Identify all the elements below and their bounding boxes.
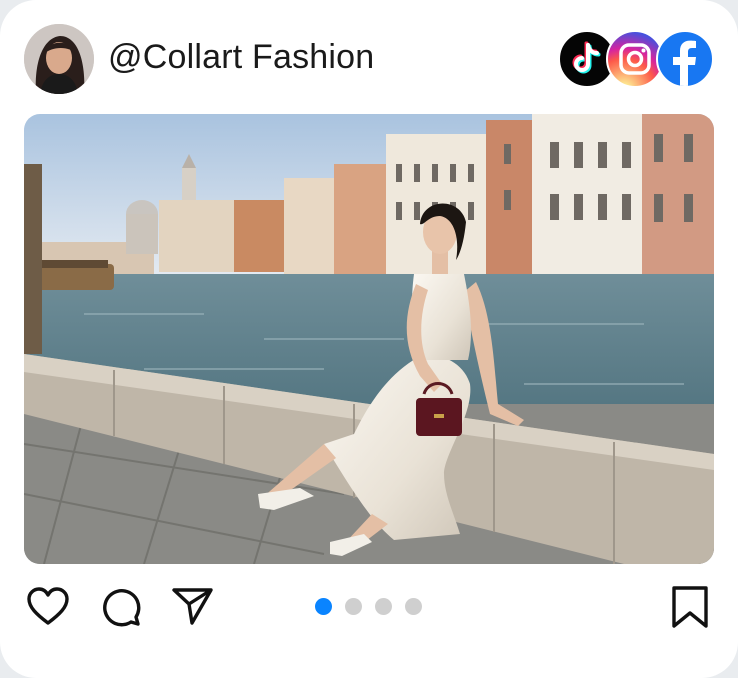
post-card: @Collart Fashion bbox=[0, 0, 738, 678]
carousel-dot-active[interactable] bbox=[315, 598, 332, 615]
comment-icon[interactable] bbox=[100, 586, 142, 628]
carousel-dot[interactable] bbox=[405, 598, 422, 615]
carousel-dot[interactable] bbox=[375, 598, 392, 615]
heart-icon[interactable] bbox=[26, 587, 70, 627]
bookmark-icon[interactable] bbox=[671, 585, 709, 629]
carousel-dot[interactable] bbox=[345, 598, 362, 615]
facebook-icon[interactable] bbox=[656, 30, 714, 88]
share-icon[interactable] bbox=[172, 586, 214, 626]
post-image[interactable] bbox=[24, 114, 714, 564]
post-username[interactable]: @Collart Fashion bbox=[108, 38, 374, 77]
profile-avatar[interactable] bbox=[24, 24, 94, 94]
avatar-image bbox=[24, 24, 94, 94]
